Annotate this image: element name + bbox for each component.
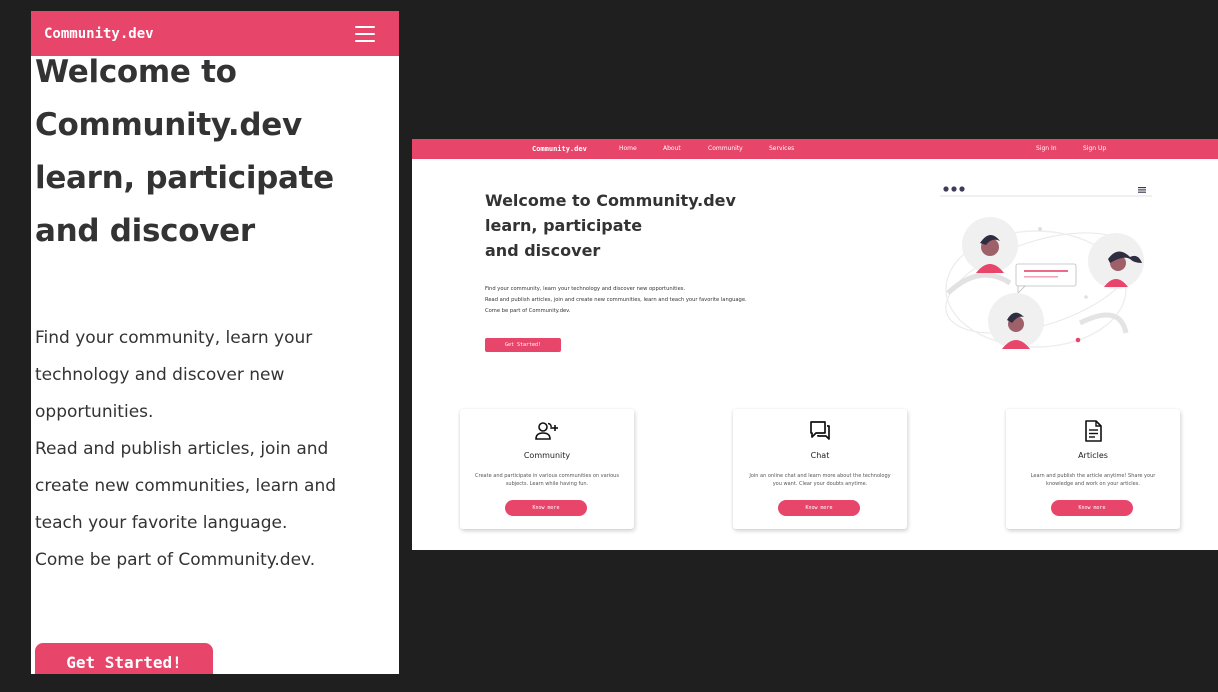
hero-title-line: Welcome to Community.dev (485, 191, 736, 210)
card-description: Join an online chat and learn more about… (739, 472, 901, 488)
avatar (1088, 233, 1144, 289)
desc-line: Read and publish articles, join and crea… (485, 297, 747, 303)
know-more-button[interactable]: Know more (1051, 500, 1133, 516)
desktop-preview: Community.dev Home About Community Servi… (412, 139, 1218, 550)
mobile-hero-title: Welcome to Community.dev learn, particip… (31, 46, 399, 258)
card-description: Learn and publish the article anytime! S… (1012, 472, 1174, 488)
hero-title-line: and discover (35, 213, 255, 249)
feature-card-articles: Articles Learn and publish the article a… (1006, 409, 1180, 529)
card-text-line: Create and participate in various commun… (475, 473, 619, 479)
mobile-get-started-button[interactable]: Get Started! (35, 643, 213, 674)
card-text-line: subjects. Learn while having fun. (505, 481, 589, 487)
desc-line: teach your favorite language. (35, 513, 288, 533)
sign-in-link[interactable]: Sign In (1036, 139, 1057, 159)
desc-line: technology and discover new (35, 365, 285, 385)
hero-title-line: learn, participate (35, 160, 334, 196)
mobile-hero-description: Find your community, learn your technolo… (35, 320, 375, 579)
sign-up-link[interactable]: Sign Up (1083, 139, 1106, 159)
desc-line: create new communities, learn and (35, 476, 337, 496)
card-text-line: knowledge and work on your articles. (1046, 481, 1140, 487)
hero-title-line: learn, participate (485, 216, 643, 235)
know-more-button[interactable]: Know more (778, 500, 860, 516)
desktop-hero-description: Find your community, learn your technolo… (485, 284, 845, 317)
desc-line: Find your community, learn your technolo… (485, 286, 686, 292)
hero-title-line: and discover (485, 241, 601, 260)
community-illustration (940, 186, 1152, 349)
nav-link-home[interactable]: Home (619, 139, 637, 159)
nav-link-services[interactable]: Services (769, 139, 794, 159)
illustration-menu-icon (1138, 187, 1146, 193)
desc-line: Find your community, learn your (35, 328, 313, 348)
hero-title-line: Community.dev (35, 107, 302, 143)
hero-title-line: Welcome to (35, 54, 237, 90)
feature-card-chat: Chat Join an online chat and learn more … (733, 409, 907, 529)
chat-icon (810, 421, 830, 440)
mobile-preview: Community.dev Welcome to Community.dev l… (31, 11, 399, 674)
avatar (988, 293, 1044, 349)
desc-line: Read and publish articles, join and (35, 439, 329, 459)
desc-line: opportunities. (35, 402, 154, 422)
desktop-navbar: Community.dev Home About Community Servi… (412, 139, 1218, 159)
hamburger-icon[interactable] (355, 25, 375, 42)
desktop-brand[interactable]: Community.dev (532, 139, 587, 159)
card-text-line: Join an online chat and learn more about… (749, 473, 891, 479)
desktop-hero-title: Welcome to Community.dev learn, particip… (485, 188, 815, 263)
desc-line: Come be part of Community.dev. (485, 308, 571, 314)
card-title: Chat (810, 451, 830, 460)
card-description: Create and participate in various commun… (466, 472, 628, 488)
card-text-line: you want. Clear your doubts anytime. (772, 481, 868, 487)
card-title: Community (523, 451, 571, 460)
desktop-get-started-button[interactable]: Get Started! (485, 338, 561, 352)
add-user-icon (535, 422, 558, 440)
know-more-button[interactable]: Know more (505, 500, 587, 516)
nav-link-about[interactable]: About (663, 139, 681, 159)
avatar (962, 217, 1018, 273)
window-dots-icon (943, 186, 965, 192)
article-icon (1085, 420, 1102, 442)
card-title: Articles (1078, 451, 1108, 460)
mobile-brand[interactable]: Community.dev (44, 26, 154, 42)
desc-line: Come be part of Community.dev. (35, 550, 316, 570)
card-text-line: Learn and publish the article anytime! S… (1030, 473, 1156, 479)
feature-card-community: Community Create and participate in vari… (460, 409, 634, 529)
nav-link-community[interactable]: Community (708, 139, 743, 159)
